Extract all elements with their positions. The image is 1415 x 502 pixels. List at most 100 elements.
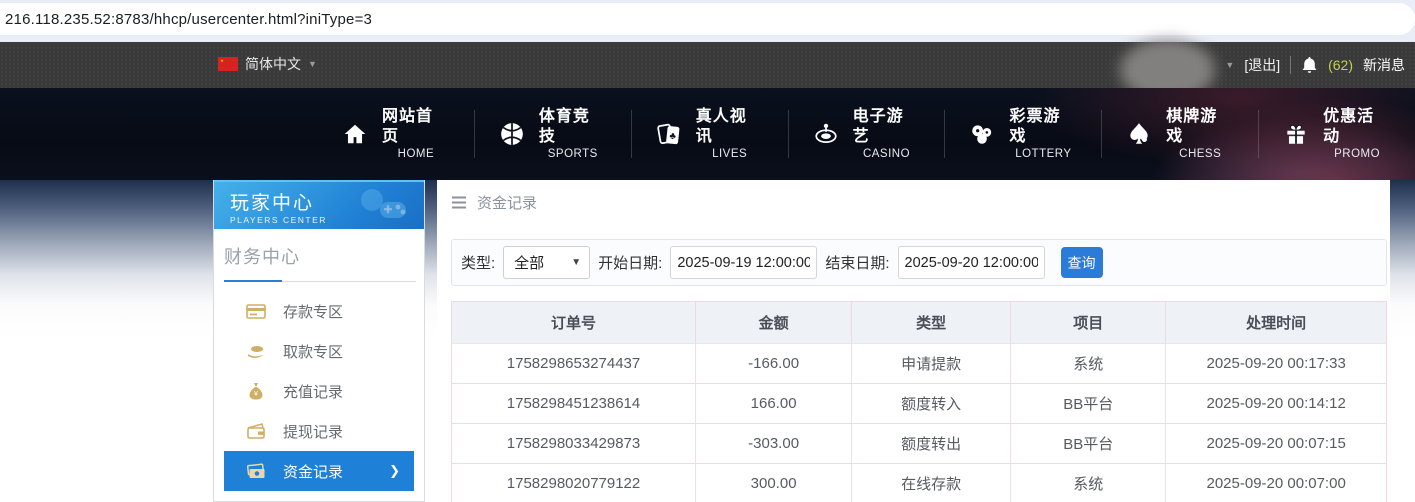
sidebar-item-label: 取款专区 [283, 341, 343, 362]
end-date-input[interactable] [898, 246, 1045, 279]
nav-label-en: SPORTS [548, 147, 598, 161]
chevron-down-icon[interactable]: ▼ [1225, 60, 1234, 70]
chevron-down-icon: ▼ [308, 59, 317, 69]
gamepad-icon [356, 186, 414, 226]
table-row: 1758298033429873 -303.00 额度转出 BB平台 2025-… [452, 424, 1387, 464]
nav-label-en: LIVES [712, 147, 747, 161]
nav-item-lottery[interactable]: 彩票游戏LOTTERY [945, 110, 1102, 158]
browser-url-bar: ⓘ 216.118.235.52:8783/hhcp/usercenter.ht… [0, 0, 1415, 42]
basketball-icon [499, 121, 525, 147]
url-text[interactable]: 216.118.235.52:8783/hhcp/usercenter.html… [5, 11, 372, 28]
spade-icon [1126, 121, 1152, 147]
new-messages-link[interactable]: 新消息 [1363, 55, 1405, 75]
sidebar-header[interactable]: 玩家中心 PLAYERS CENTER [214, 180, 424, 229]
main-nav: 网站首页HOME 体育竞技SPORTS ♣ 真人视讯LIVES 电子游艺CASI… [0, 88, 1415, 180]
section-underline [224, 281, 416, 282]
cell-time: 2025-09-20 00:07:15 [1166, 424, 1387, 464]
table-row: 1758298451238614 166.00 额度转入 BB平台 2025-0… [452, 384, 1387, 424]
sidebar-item-withdraw[interactable]: 取款专区 [214, 331, 424, 371]
sidebar-item-withdraw-record[interactable]: 提现记录 [214, 411, 424, 451]
cell-amount: -166.00 [696, 344, 852, 384]
moneybag-icon: ¥ [246, 381, 266, 401]
col-amount: 金额 [696, 302, 852, 344]
nav-item-home[interactable]: 网站首页HOME [318, 110, 475, 158]
sidebar-item-label: 存款专区 [283, 301, 343, 322]
cell-order-id: 1758298033429873 [452, 424, 696, 464]
sidebar-section: 财务中心 [214, 229, 424, 282]
gift-icon [1283, 121, 1309, 147]
nav-label-en: CHESS [1179, 147, 1221, 161]
nav-label-zh: 体育竞技 [539, 107, 607, 147]
cell-type: 在线存款 [852, 464, 1011, 502]
sidebar-item-label: 提现记录 [283, 421, 343, 442]
home-icon [342, 121, 368, 147]
screen: ⓘ 216.118.235.52:8783/hhcp/usercenter.ht… [0, 0, 1415, 502]
cell-type: 额度转出 [852, 424, 1011, 464]
divider [1290, 56, 1291, 74]
lottery-balls-icon [969, 121, 995, 147]
col-order-id: 订单号 [452, 302, 696, 344]
nav-item-sports[interactable]: 体育竞技SPORTS [475, 110, 632, 158]
cell-amount: 300.00 [696, 464, 852, 502]
sidebar-item-recharge-record[interactable]: ¥ 充值记录 [214, 371, 424, 411]
players-center-sidebar: 玩家中心 PLAYERS CENTER 财务中心 存款专区 取款专区 ¥ [213, 180, 425, 502]
message-count[interactable]: (62) [1328, 57, 1353, 73]
user-top-bar: 简体中文 ▼ ▼ [退出] (62) 新消息 [0, 42, 1415, 88]
cell-project: BB平台 [1011, 384, 1166, 424]
cell-amount: -303.00 [696, 424, 852, 464]
playing-cards-icon: ♣ [656, 121, 682, 147]
cell-time: 2025-09-20 00:17:33 [1166, 344, 1387, 384]
cell-project: BB平台 [1011, 424, 1166, 464]
nav-label-zh: 网站首页 [382, 107, 450, 147]
url-field[interactable]: ⓘ 216.118.235.52:8783/hhcp/usercenter.ht… [0, 3, 1415, 35]
user-actions: ▼ [退出] (62) 新消息 [1120, 42, 1405, 88]
cell-project: 系统 [1011, 344, 1166, 384]
banknotes-icon [246, 461, 266, 481]
nav-item-promo[interactable]: 优惠活动PROMO [1259, 110, 1415, 158]
roulette-icon [813, 121, 839, 147]
chevron-down-icon: ▼ [571, 257, 581, 268]
table-row: 1758298653274437 -166.00 申请提款 系统 2025-09… [452, 344, 1387, 384]
type-select-value: 全部 [514, 252, 544, 273]
hand-money-icon [246, 341, 266, 361]
sidebar-item-funds-record[interactable]: 资金记录 ❯ [224, 451, 414, 491]
filter-toolbar: 类型: 全部 ▼ 开始日期: 结束日期: 查询 [451, 239, 1387, 286]
nav-label-zh: 棋牌游戏 [1166, 107, 1234, 147]
nav-label-en: LOTTERY [1015, 147, 1071, 161]
search-button[interactable]: 查询 [1061, 247, 1103, 278]
page-background: 玩家中心 PLAYERS CENTER 财务中心 存款专区 取款专区 ¥ [0, 180, 1415, 502]
nav-items: 网站首页HOME 体育竞技SPORTS ♣ 真人视讯LIVES 电子游艺CASI… [318, 88, 1415, 180]
nav-label-zh: 真人视讯 [696, 107, 764, 147]
language-selector[interactable]: 简体中文 ▼ [218, 54, 317, 74]
nav-item-casino[interactable]: 电子游艺CASINO [789, 110, 946, 158]
sidebar-menu: 存款专区 取款专区 ¥ 充值记录 提现记录 资金记录 ❯ [214, 291, 424, 502]
nav-label-en: HOME [398, 147, 435, 161]
start-date-input[interactable] [670, 246, 817, 279]
sidebar-item-deposit[interactable]: 存款专区 [214, 291, 424, 331]
sidebar-item-lottery-bets[interactable]: 彩票下注明细 [214, 491, 424, 502]
chevron-right-icon: ❯ [389, 463, 400, 479]
cell-project: 系统 [1011, 464, 1166, 502]
nav-label-zh: 彩票游戏 [1009, 107, 1077, 147]
language-label: 简体中文 [245, 54, 301, 74]
nav-label-en: PROMO [1334, 147, 1380, 161]
cell-order-id: 1758298653274437 [452, 344, 696, 384]
main-panel: 资金记录 类型: 全部 ▼ 开始日期: 结束日期: 查询 订单号 [437, 180, 1390, 502]
type-select[interactable]: 全部 ▼ [503, 246, 590, 279]
logout-link[interactable]: [退出] [1244, 55, 1280, 75]
type-label: 类型: [461, 252, 495, 273]
page-title: 资金记录 [477, 192, 537, 213]
cell-type: 额度转入 [852, 384, 1011, 424]
wallet-icon [246, 421, 266, 441]
deposit-card-icon [246, 301, 266, 321]
nav-item-lives[interactable]: ♣ 真人视讯LIVES [632, 110, 789, 158]
menu-icon[interactable] [451, 196, 467, 209]
section-title: 财务中心 [224, 243, 424, 269]
bell-icon[interactable] [1301, 56, 1318, 74]
sidebar-item-label: 充值记录 [283, 381, 343, 402]
col-project: 项目 [1011, 302, 1166, 344]
breadcrumb: 资金记录 [451, 192, 1390, 213]
nav-item-chess[interactable]: 棋牌游戏CHESS [1102, 110, 1259, 158]
cell-amount: 166.00 [696, 384, 852, 424]
svg-text:¥: ¥ [254, 391, 258, 398]
